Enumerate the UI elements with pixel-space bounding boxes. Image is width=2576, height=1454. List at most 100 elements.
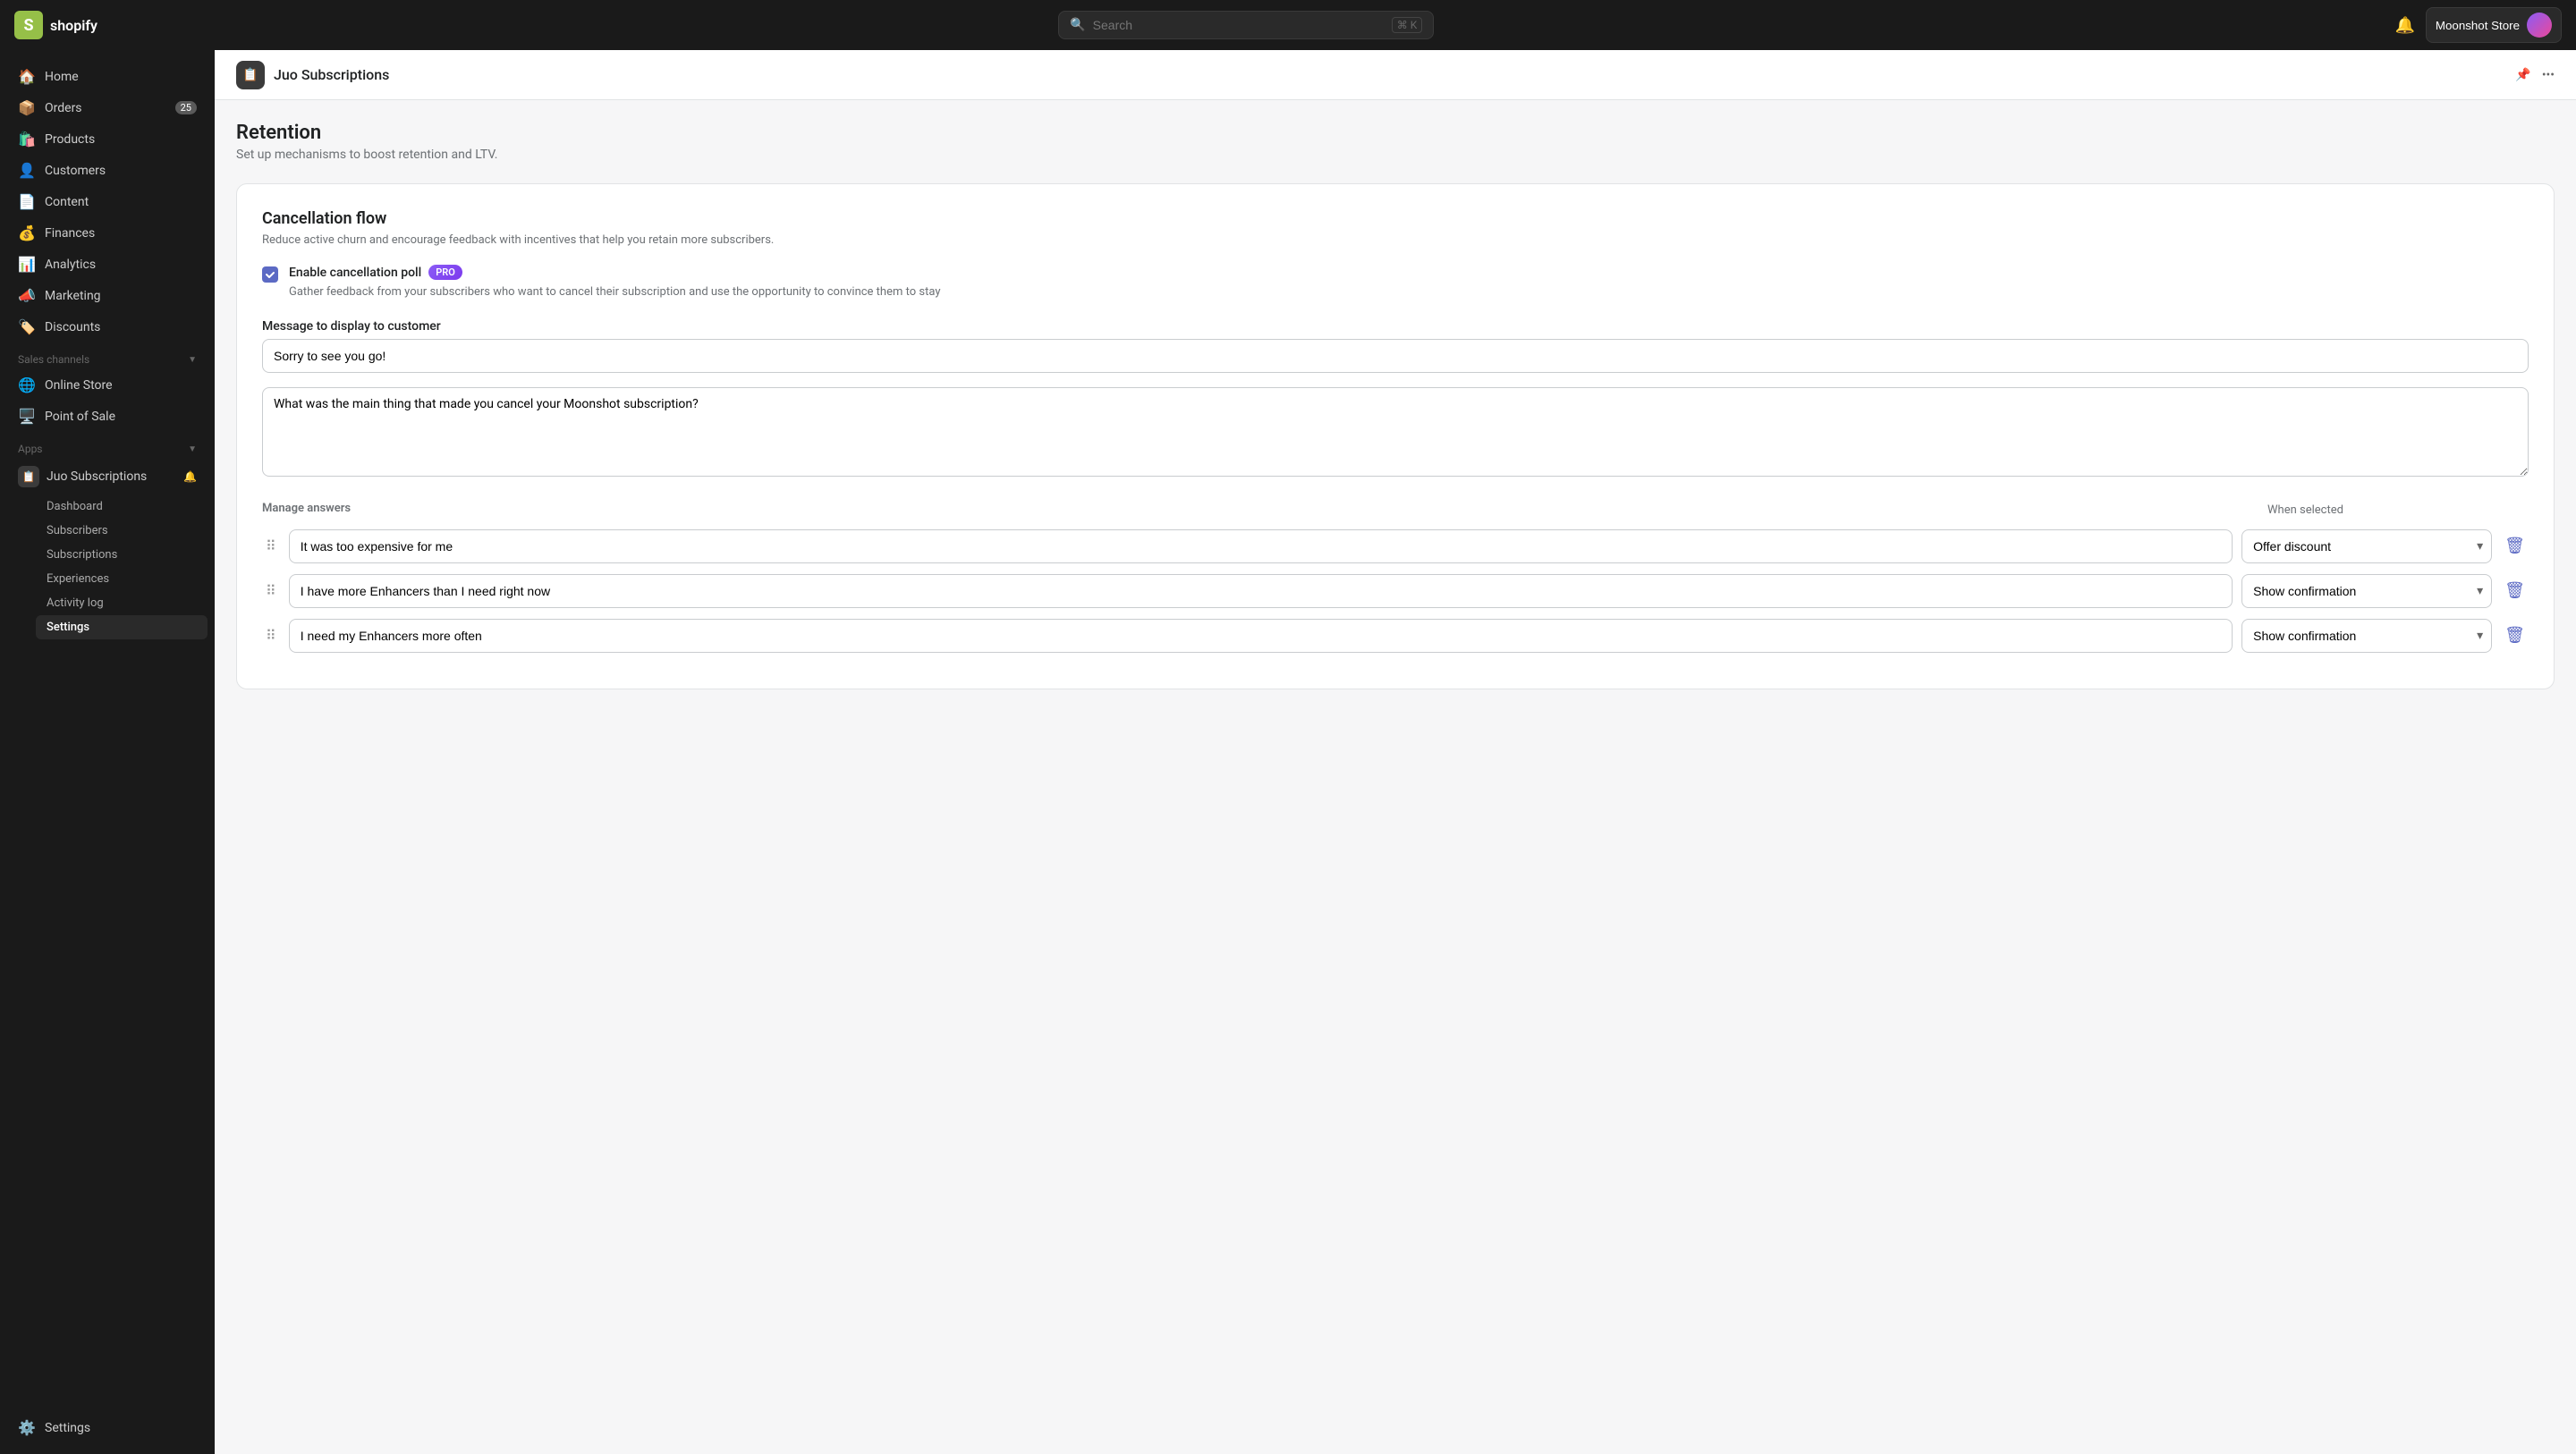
sidebar-item-products[interactable]: 🛍️ Products: [7, 123, 208, 155]
search-input[interactable]: [1093, 18, 1385, 32]
sidebar-label-point-of-sale: Point of Sale: [45, 410, 115, 424]
search-icon: 🔍: [1070, 18, 1085, 32]
poll-question-textarea[interactable]: What was the main thing that made you ca…: [262, 387, 2529, 477]
delete-answer-3[interactable]: 🗑: [2501, 622, 2529, 648]
sidebar-item-analytics[interactable]: 📊 Analytics: [7, 249, 208, 280]
app-icon: 📋: [18, 466, 39, 487]
when-selected-label: When selected: [2260, 503, 2529, 517]
sidebar-label-marketing: Marketing: [45, 289, 101, 303]
sidebar-sub-subscribers[interactable]: Subscribers: [36, 519, 208, 543]
apps-section: Apps ▼: [7, 432, 208, 459]
shopify-logo-icon: S: [14, 11, 43, 39]
sidebar-label-content: Content: [45, 195, 89, 209]
drag-handle-1[interactable]: ⠿: [262, 537, 280, 554]
answer-input-2[interactable]: [289, 574, 2233, 608]
top-navigation: S shopify 🔍 ⌘ K 🔔 Moonshot Store: [0, 0, 2576, 50]
online-store-icon: 🌐: [18, 376, 36, 393]
answer-row-3: ⠿ Offer discountShow confirmationSkip ▾ …: [262, 619, 2529, 653]
settings-label: Settings: [45, 1421, 90, 1435]
app-header-icon: 📋: [236, 61, 265, 89]
sidebar: 🏠 Home 📦 Orders 25 🛍️ Products 👤 Custome…: [0, 50, 215, 1454]
pro-badge: PRO: [428, 265, 462, 280]
expand-icon: ▼: [188, 355, 197, 365]
page-content: Retention Set up mechanisms to boost ret…: [215, 100, 2576, 729]
sidebar-item-customers[interactable]: 👤 Customers: [7, 155, 208, 186]
sidebar-label-home: Home: [45, 70, 79, 84]
when-select-2[interactable]: Offer discountShow confirmationSkip: [2241, 574, 2492, 608]
sidebar-item-content[interactable]: 📄 Content: [7, 186, 208, 217]
search-bar[interactable]: 🔍 ⌘ K: [1058, 11, 1434, 39]
store-name: Moonshot Store: [2436, 19, 2520, 32]
sidebar-sub-subscriptions[interactable]: Subscriptions: [36, 543, 208, 567]
sidebar-sub-settings[interactable]: Settings: [36, 615, 208, 639]
sidebar-item-finances[interactable]: 💰 Finances: [7, 217, 208, 249]
sidebar-label-products: Products: [45, 132, 95, 147]
main-content: 📋 Juo Subscriptions 📌 ••• Retention Set …: [215, 50, 2576, 1454]
shopify-logo: S shopify: [14, 11, 97, 39]
card-description: Reduce active churn and encourage feedba…: [262, 233, 2529, 247]
answer-row-1: ⠿ Offer discountShow confirmationSkip ▾ …: [262, 529, 2529, 563]
enable-poll-description: Gather feedback from your subscribers wh…: [289, 283, 2529, 301]
juo-subscriptions-app[interactable]: 📋 Juo Subscriptions 🔔: [7, 459, 208, 495]
shopify-logo-text: shopify: [50, 17, 97, 34]
sidebar-label-discounts: Discounts: [45, 320, 100, 334]
card-title: Cancellation flow: [262, 209, 2529, 228]
content-icon: 📄: [18, 193, 36, 210]
poll-question-group: What was the main thing that made you ca…: [262, 387, 2529, 502]
settings-icon: ⚙️: [18, 1419, 36, 1436]
checkmark-icon: [265, 269, 275, 280]
orders-icon: 📦: [18, 99, 36, 116]
when-select-3[interactable]: Offer discountShow confirmationSkip: [2241, 619, 2492, 653]
when-select-1[interactable]: Offer discountShow confirmationSkip: [2241, 529, 2492, 563]
drag-handle-3[interactable]: ⠿: [262, 627, 280, 644]
answer-row-2: ⠿ Offer discountShow confirmationSkip ▾ …: [262, 574, 2529, 608]
sales-channels-label: Sales channels: [18, 353, 89, 366]
app-bell-icon: 🔔: [183, 470, 197, 483]
sidebar-item-marketing[interactable]: 📣 Marketing: [7, 280, 208, 311]
when-select-wrap-1: Offer discountShow confirmationSkip ▾: [2241, 529, 2492, 563]
answer-input-1[interactable]: [289, 529, 2233, 563]
store-switcher-button[interactable]: Moonshot Store: [2426, 7, 2562, 43]
app-header-title: Juo Subscriptions: [274, 66, 389, 83]
sidebar-sub-activity-log[interactable]: Activity log: [36, 591, 208, 615]
search-shortcut: ⌘ K: [1392, 17, 1423, 33]
drag-handle-2[interactable]: ⠿: [262, 582, 280, 599]
sidebar-item-point-of-sale[interactable]: 🖥️ Point of Sale: [7, 401, 208, 432]
sidebar-item-online-store[interactable]: 🌐 Online Store: [7, 369, 208, 401]
sidebar-label-orders: Orders: [45, 101, 82, 115]
answers-header: Manage answers When selected: [262, 502, 2529, 519]
manage-answers-section: Manage answers When selected ⠿ Offer dis…: [262, 502, 2529, 653]
notification-button[interactable]: 🔔: [2394, 16, 2414, 35]
app-header-bar: 📋 Juo Subscriptions 📌 •••: [215, 50, 2576, 100]
more-options-icon[interactable]: •••: [2542, 68, 2555, 82]
sales-channels-section: Sales channels ▼: [7, 342, 208, 369]
enable-poll-checkbox[interactable]: [262, 266, 278, 283]
marketing-icon: 📣: [18, 287, 36, 304]
sidebar-item-orders[interactable]: 📦 Orders 25: [7, 92, 208, 123]
sidebar-sub-experiences[interactable]: Experiences: [36, 567, 208, 591]
analytics-icon: 📊: [18, 256, 36, 273]
discounts-icon: 🏷️: [18, 318, 36, 335]
sidebar-label-customers: Customers: [45, 164, 106, 178]
message-input[interactable]: [262, 339, 2529, 373]
customers-icon: 👤: [18, 162, 36, 179]
sidebar-sub-dashboard[interactable]: Dashboard: [36, 495, 208, 519]
sidebar-item-discounts[interactable]: 🏷️ Discounts: [7, 311, 208, 342]
message-field-label: Message to display to customer: [262, 319, 2529, 334]
pin-icon[interactable]: 📌: [2515, 68, 2530, 82]
apps-label: Apps: [18, 443, 43, 455]
delete-answer-2[interactable]: 🗑: [2501, 578, 2529, 604]
store-avatar: [2527, 13, 2552, 38]
sidebar-item-settings-bottom[interactable]: ⚙️ Settings: [7, 1412, 208, 1443]
sidebar-item-home[interactable]: 🏠 Home: [7, 61, 208, 92]
page-subtitle: Set up mechanisms to boost retention and…: [236, 148, 2555, 162]
apps-expand-icon: ▼: [188, 444, 197, 454]
message-field-group: Message to display to customer: [262, 319, 2529, 387]
delete-answer-1[interactable]: 🗑: [2501, 533, 2529, 559]
cancellation-flow-card: Cancellation flow Reduce active churn an…: [236, 183, 2555, 689]
finances-icon: 💰: [18, 224, 36, 241]
point-of-sale-icon: 🖥️: [18, 408, 36, 425]
sidebar-label-online-store: Online Store: [45, 378, 113, 393]
sidebar-label-finances: Finances: [45, 226, 95, 241]
answer-input-3[interactable]: [289, 619, 2233, 653]
